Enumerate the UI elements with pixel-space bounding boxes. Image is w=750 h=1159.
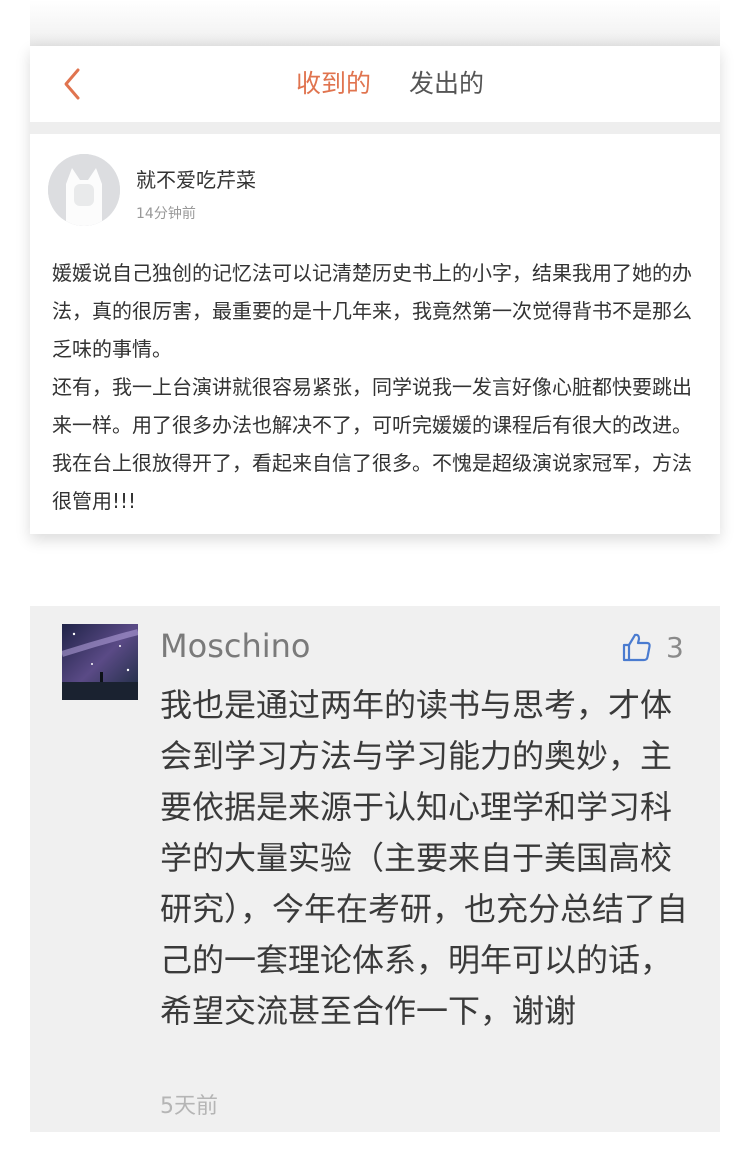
message-paragraph: 媛媛说自己独创的记忆法可以记清楚历史书上的小字，结果我用了她的办法，真的很厉害，… <box>52 261 692 361</box>
comment-timestamp: 5天前 <box>160 1094 218 1119</box>
divider <box>30 122 720 134</box>
avatar[interactable] <box>62 624 138 700</box>
avatar[interactable] <box>48 154 120 226</box>
navbar: 收到的 发出的 <box>30 46 720 122</box>
cat-avatar-icon <box>48 154 120 226</box>
message-body: 媛媛说自己独创的记忆法可以记清楚历史书上的小字，结果我用了她的办法，真的很厉害，… <box>52 254 702 520</box>
comment-username[interactable]: Moschino <box>160 626 310 666</box>
thumbs-up-icon[interactable] <box>620 630 654 664</box>
comment-card: Moschino 3 我也是通过两年的读书与思考，才体会到学习方法与学习能力的奥… <box>30 606 720 1132</box>
message-screen: 收到的 发出的 就不爱吃芹菜 14分钟前 媛媛说自己独创的记忆法可以记清楚历史书… <box>30 46 720 534</box>
tab-received[interactable]: 收到的 <box>296 66 371 102</box>
message-paragraph: 还有，我一上台演讲就很容易紧张，同学说我一发言好像心脏都快要跳出来一样。用了很多… <box>52 375 692 513</box>
timestamp: 14分钟前 <box>136 206 196 222</box>
chevron-left-icon[interactable] <box>58 64 88 104</box>
username[interactable]: 就不爱吃芹菜 <box>136 166 256 194</box>
top-shadow-strip <box>30 0 720 46</box>
like-count: 3 <box>666 631 684 664</box>
night-sky-avatar-icon <box>62 624 138 700</box>
tab-sent[interactable]: 发出的 <box>409 66 484 102</box>
comment-text: 我也是通过两年的读书与思考，才体会到学习方法与学习能力的奥妙，主要依据是来源于认… <box>160 686 689 1030</box>
